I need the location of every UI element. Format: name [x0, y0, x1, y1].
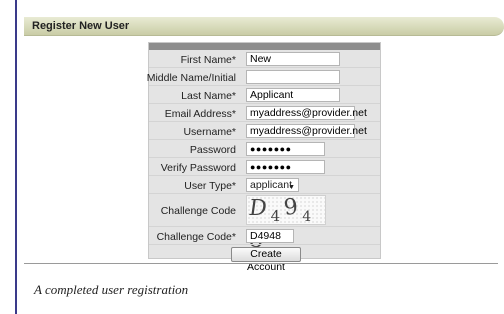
verify-password-input[interactable]: ●●●●●●● [246, 160, 325, 174]
middle-name-label: Middle Name/Initial [146, 72, 236, 84]
middle-name-row: Middle Name/Initial [146, 68, 380, 86]
last-name-label: Last Name* [181, 90, 236, 102]
user-type-row: User Type* applicant ▼ [149, 176, 380, 194]
first-name-input[interactable]: New [246, 52, 340, 66]
password-row: Password ●●●●●●● [149, 140, 380, 158]
password-input[interactable]: ●●●●●●● [246, 142, 325, 156]
challenge-image-row: Challenge Code D4948 [149, 194, 380, 254]
challenge-code-label: Challenge Code [160, 205, 236, 217]
middle-name-input[interactable] [246, 70, 340, 84]
form-top-bar [149, 43, 380, 50]
email-row: Email Address* myaddress@provider.net [149, 104, 380, 122]
challenge-input-label: Challenge Code* [156, 231, 236, 243]
section-title: Register New User [32, 20, 130, 32]
section-header: Register New User [24, 17, 504, 36]
first-name-row: First Name* New [149, 50, 380, 68]
username-label: Username* [183, 126, 236, 138]
first-name-label: First Name* [180, 54, 236, 66]
captcha-image: D4948 [246, 194, 326, 254]
verify-password-row: Verify Password ●●●●●●● [149, 158, 380, 176]
username-row: Username* myaddress@provider.net [149, 122, 380, 140]
user-type-selected: applicant [250, 179, 293, 191]
left-vertical-rule [15, 0, 17, 314]
captcha-char: D [247, 196, 273, 221]
username-input[interactable]: myaddress@provider.net [246, 124, 367, 138]
email-input[interactable]: myaddress@provider.net [246, 106, 367, 120]
create-account-button[interactable]: Create Account [231, 247, 301, 273]
challenge-code-input[interactable]: D4948 [246, 229, 294, 243]
challenge-input-row: Challenge Code* D4948 [149, 227, 380, 245]
user-type-select[interactable]: applicant ▼ [246, 178, 299, 192]
captcha-char: 9 [282, 194, 304, 221]
password-label: Password [189, 144, 236, 156]
last-name-row: Last Name* Applicant [149, 86, 380, 104]
email-label: Email Address* [164, 108, 236, 120]
last-name-input[interactable]: Applicant [246, 88, 340, 102]
figure-caption: A completed user registration [34, 282, 189, 297]
submit-row: Create Account [149, 245, 380, 273]
registration-form: First Name* New Middle Name/Initial Last… [146, 42, 381, 273]
user-type-label: User Type* [184, 180, 236, 192]
caption-divider [24, 263, 498, 264]
verify-password-label: Verify Password [160, 162, 236, 174]
